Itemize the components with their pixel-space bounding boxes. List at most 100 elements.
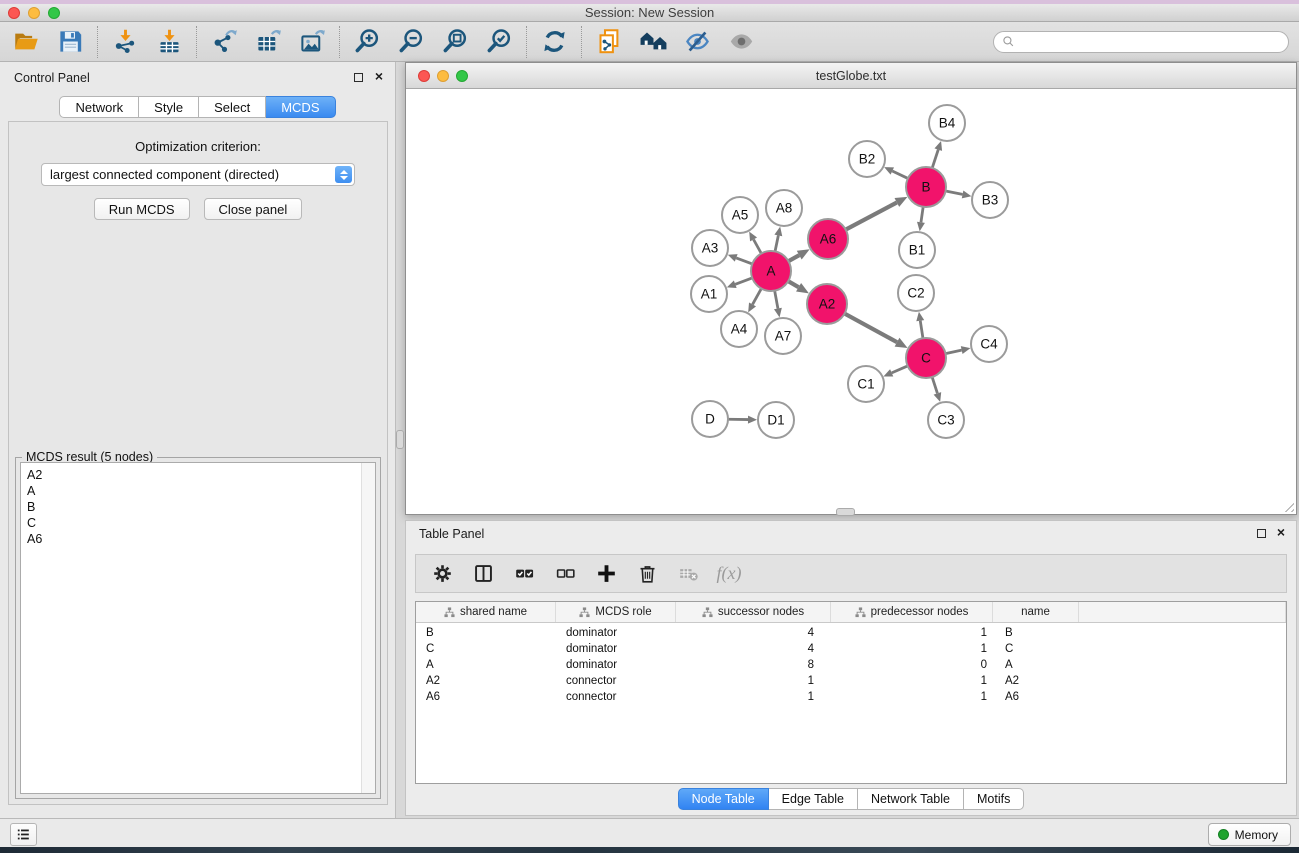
graph-edge-C-C3[interactable]: [932, 377, 941, 402]
graph-node-B3[interactable]: B3: [972, 182, 1008, 218]
delete-table-button[interactable]: [676, 562, 700, 586]
float-panel-icon[interactable]: [354, 73, 363, 82]
graph-node-D[interactable]: D: [692, 401, 728, 437]
graph-edge-D-D1[interactable]: [728, 416, 757, 424]
graph-edge-C-C2[interactable]: [916, 312, 924, 338]
graph-node-B[interactable]: B: [906, 167, 946, 207]
graph-node-A2[interactable]: A2: [807, 284, 847, 324]
export-network-button[interactable]: [208, 26, 240, 58]
hide-selected-button[interactable]: [681, 26, 713, 58]
tab-mcds[interactable]: MCDS: [266, 96, 335, 118]
mcds-result-list[interactable]: A2ABCA6: [20, 462, 376, 794]
float-table-panel-icon[interactable]: [1257, 529, 1266, 538]
optimization-criterion-select[interactable]: largest connected component (directed): [41, 163, 355, 186]
vertical-divider-grip[interactable]: [396, 430, 404, 449]
show-home-button[interactable]: [637, 26, 669, 58]
import-table-button[interactable]: [153, 26, 185, 58]
graph-edge-A-A7[interactable]: [774, 291, 782, 318]
mcds-result-item[interactable]: A: [27, 483, 375, 499]
open-session-button[interactable]: [10, 26, 42, 58]
zoom-selected-button[interactable]: [483, 26, 515, 58]
tab-select[interactable]: Select: [199, 96, 266, 118]
select-all-rows-button[interactable]: [512, 562, 536, 586]
tab-motifs[interactable]: Motifs: [964, 788, 1024, 810]
column-header-successor-nodes[interactable]: successor nodes: [676, 602, 831, 622]
split-panel-button[interactable]: [471, 562, 495, 586]
tab-network[interactable]: Network: [59, 96, 139, 118]
search-input[interactable]: [1019, 35, 1280, 49]
graph-node-C1[interactable]: C1: [848, 366, 884, 402]
graph-node-C3[interactable]: C3: [928, 402, 964, 438]
delete-columns-button[interactable]: [635, 562, 659, 586]
mcds-result-item[interactable]: C: [27, 515, 375, 531]
table-row[interactable]: Adominator80A: [416, 657, 1286, 673]
show-all-button[interactable]: [725, 26, 757, 58]
graph-node-B1[interactable]: B1: [899, 232, 935, 268]
save-session-button[interactable]: [54, 26, 86, 58]
graph-edge-C-C1[interactable]: [883, 366, 907, 377]
graph-node-A4[interactable]: A4: [721, 311, 757, 347]
graph-edge-B-B2[interactable]: [884, 167, 908, 178]
table-row[interactable]: A2connector11A2: [416, 673, 1286, 689]
close-panel-button[interactable]: Close panel: [204, 198, 303, 220]
graph-edge-A-A6[interactable]: [788, 249, 809, 261]
graph-edge-A-A1[interactable]: [727, 278, 752, 288]
graph-node-A7[interactable]: A7: [765, 318, 801, 354]
graph-edge-A-A8[interactable]: [774, 227, 782, 252]
table-row[interactable]: Bdominator41B: [416, 625, 1286, 641]
result-scrollbar[interactable]: [361, 463, 375, 793]
graph-edge-A6-B[interactable]: [846, 197, 908, 230]
column-header-mcds-role[interactable]: MCDS role: [556, 602, 676, 622]
close-panel-icon[interactable]: ×: [375, 67, 383, 85]
add-column-button[interactable]: [594, 562, 618, 586]
deselect-all-rows-button[interactable]: [553, 562, 577, 586]
graph-edge-B-B1[interactable]: [917, 207, 925, 231]
tab-node-table[interactable]: Node Table: [678, 788, 769, 810]
mcds-result-item[interactable]: A2: [27, 467, 375, 483]
column-header-predecessor-nodes[interactable]: predecessor nodes: [831, 602, 993, 622]
mcds-result-item[interactable]: B: [27, 499, 375, 515]
tab-style[interactable]: Style: [139, 96, 199, 118]
new-network-from-selection-button[interactable]: [593, 26, 625, 58]
graph-node-A3[interactable]: A3: [692, 230, 728, 266]
graph-edge-A-A2[interactable]: [788, 281, 809, 293]
graph-node-A6[interactable]: A6: [808, 219, 848, 259]
graph-node-D1[interactable]: D1: [758, 402, 794, 438]
graph-node-C2[interactable]: C2: [898, 275, 934, 311]
zoom-fit-button[interactable]: [439, 26, 471, 58]
graph-node-C[interactable]: C: [906, 338, 946, 378]
run-mcds-button[interactable]: Run MCDS: [94, 198, 190, 220]
table-row[interactable]: A6connector11A6: [416, 689, 1286, 705]
network-canvas[interactable]: B4 B2 B B3 A8A5 A6 A3 B1 A A1 C2 A2 A4A7 C4 C C1 C3 D D1: [406, 89, 1296, 515]
export-image-button[interactable]: [296, 26, 328, 58]
graph-node-A8[interactable]: A8: [766, 190, 802, 226]
network-window-titlebar[interactable]: testGlobe.txt: [406, 63, 1296, 89]
tab-edge-table[interactable]: Edge Table: [769, 788, 858, 810]
graph-node-C4[interactable]: C4: [971, 326, 1007, 362]
graph-node-B2[interactable]: B2: [849, 141, 885, 177]
mcds-result-item[interactable]: A6: [27, 531, 375, 547]
column-header-name[interactable]: name: [993, 602, 1079, 622]
graph-node-B4[interactable]: B4: [929, 105, 965, 141]
table-row[interactable]: Cdominator41C: [416, 641, 1286, 657]
memory-button[interactable]: Memory: [1208, 823, 1291, 846]
graph-edge-B-B3[interactable]: [946, 191, 972, 199]
tab-network-table[interactable]: Network Table: [858, 788, 964, 810]
zoom-out-button[interactable]: [395, 26, 427, 58]
graph-edge-B-B4[interactable]: [932, 141, 942, 168]
horizontal-divider-grip[interactable]: [836, 508, 855, 516]
import-network-button[interactable]: [109, 26, 141, 58]
task-history-button[interactable]: [10, 823, 37, 846]
zoom-in-button[interactable]: [351, 26, 383, 58]
graph-node-A1[interactable]: A1: [691, 276, 727, 312]
graph-edge-A-A3[interactable]: [728, 254, 753, 264]
column-header-shared-name[interactable]: shared name: [416, 602, 556, 622]
graph-node-A[interactable]: A: [751, 251, 791, 291]
graph-edge-A-A5[interactable]: [749, 232, 761, 254]
graph-edge-A-A4[interactable]: [748, 289, 761, 313]
table-settings-button[interactable]: [430, 562, 454, 586]
close-table-panel-icon[interactable]: ×: [1277, 523, 1285, 541]
function-builder-button[interactable]: f(x): [717, 562, 741, 586]
graph-node-A5[interactable]: A5: [722, 197, 758, 233]
graph-edge-A2-C[interactable]: [845, 314, 908, 348]
